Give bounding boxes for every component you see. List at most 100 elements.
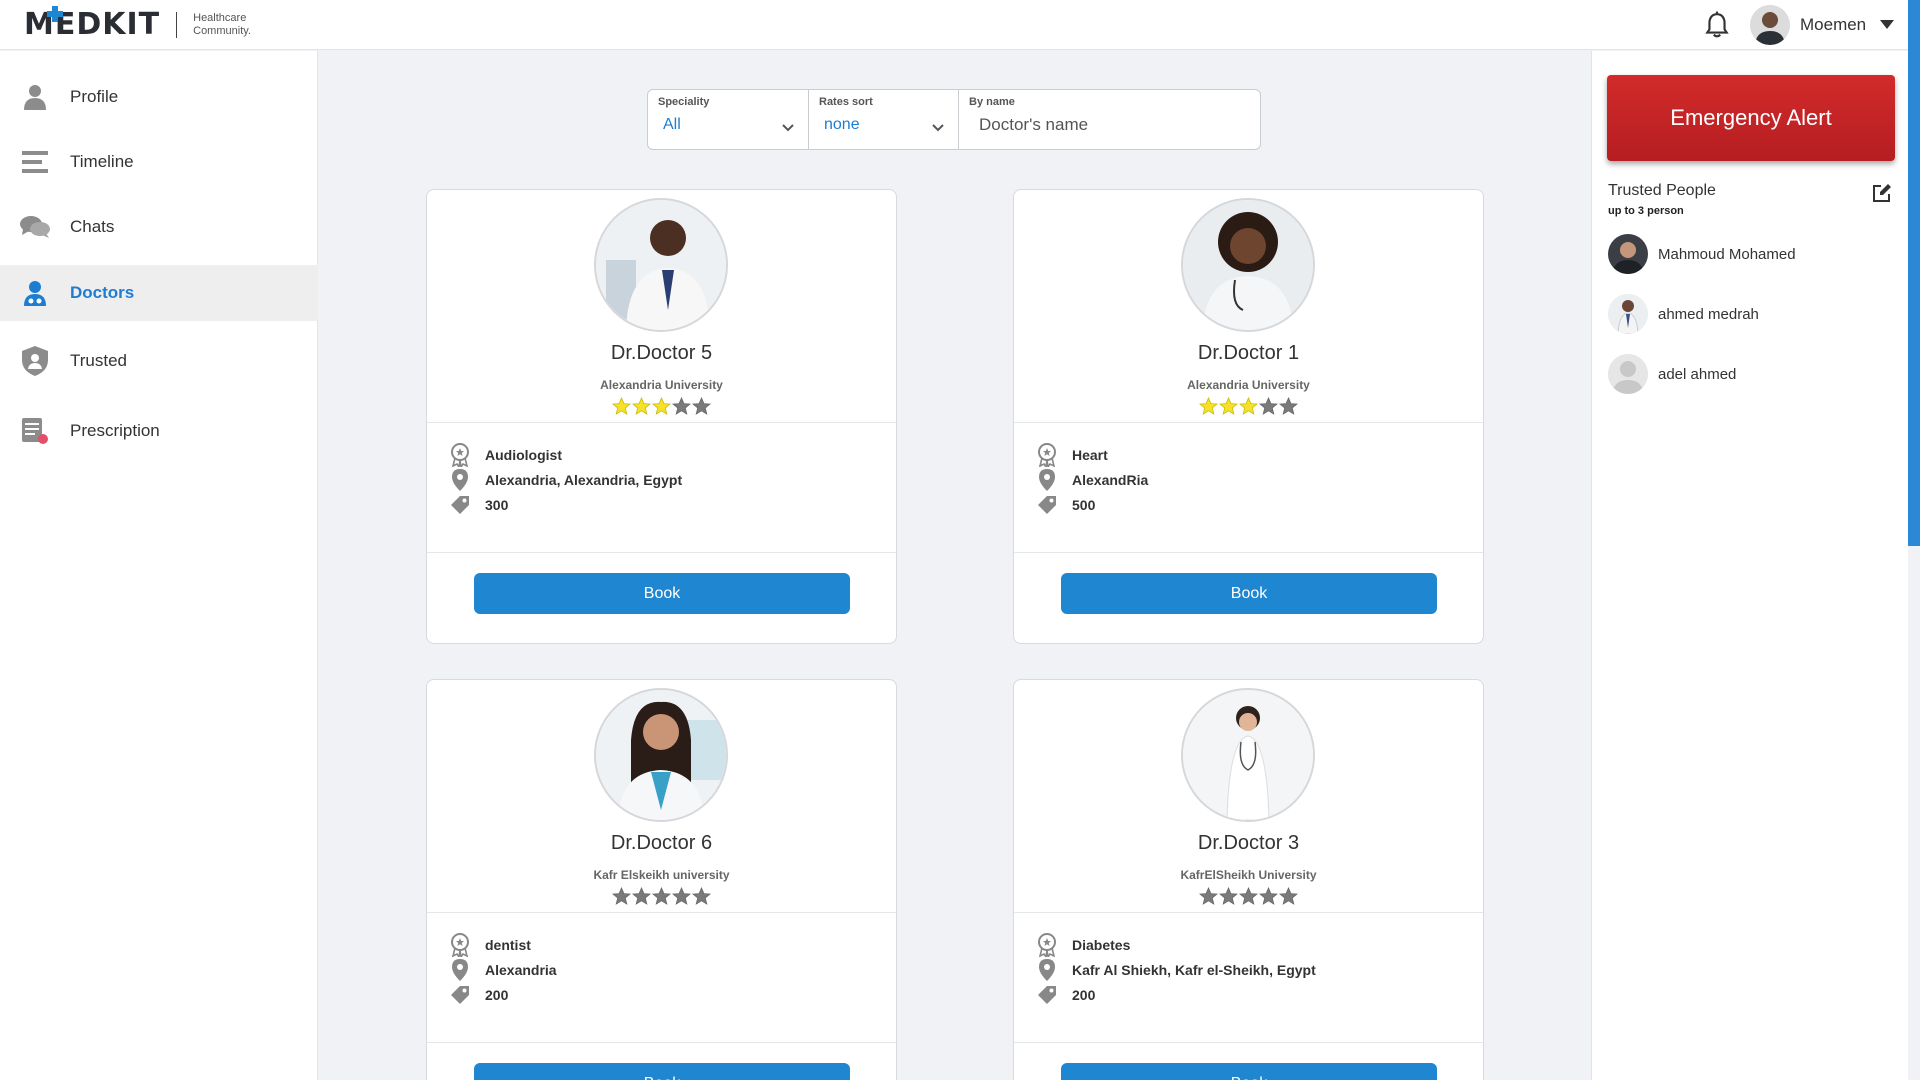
top-bar: MEDKIT Healthcare Community. Moemen xyxy=(0,0,1908,50)
star-empty-icon xyxy=(632,887,651,905)
location-row: AlexandRia xyxy=(1034,467,1148,493)
trusted-person[interactable]: adel ahmed xyxy=(1608,354,1898,394)
doctor-portrait-icon xyxy=(596,200,726,330)
rates-sort-value[interactable]: none xyxy=(819,116,948,134)
doctor-university: Alexandria University xyxy=(600,378,723,392)
doctor-card-header: Dr.Doctor 3 KafrElSheikh University xyxy=(1014,680,1483,913)
doctors-icon xyxy=(20,278,50,308)
doctor-price: 200 xyxy=(1072,987,1096,1003)
sidebar-item-doctors[interactable]: Doctors xyxy=(0,265,318,321)
book-button[interactable]: Book xyxy=(474,573,850,614)
speciality-select[interactable]: Speciality All xyxy=(648,90,809,149)
trusted-person-name: adel ahmed xyxy=(1658,365,1737,383)
location-row: Kafr Al Shiekh, Kafr el-Sheikh, Egypt xyxy=(1034,957,1316,983)
location-row: Alexandria xyxy=(447,957,557,983)
chevron-down-icon[interactable] xyxy=(932,124,944,132)
price-row: 200 xyxy=(447,982,508,1008)
scrollbar-thumb[interactable] xyxy=(1908,0,1920,546)
doctor-filter-bar: Speciality All Rates sort none By name xyxy=(647,89,1261,150)
medkit-logo[interactable]: MEDKIT Healthcare Community. xyxy=(24,6,251,42)
star-filled-icon xyxy=(1239,397,1258,415)
speciality-row: Audiologist xyxy=(447,442,562,468)
location-pin-icon xyxy=(1034,467,1060,493)
award-icon xyxy=(447,932,473,958)
doctor-speciality: Diabetes xyxy=(1072,937,1131,953)
trusted-person[interactable]: ahmed medrah xyxy=(1608,294,1898,334)
sidebar-item-timeline[interactable]: Timeline xyxy=(0,134,318,190)
doctor-photo[interactable] xyxy=(1181,688,1315,822)
user-avatar[interactable] xyxy=(1750,5,1790,45)
rating-stars xyxy=(612,887,711,906)
doctor-card-footer: Book xyxy=(427,553,896,643)
star-filled-icon xyxy=(632,397,651,415)
sidebar-item-profile[interactable]: Profile xyxy=(0,69,318,125)
doctor-location: Alexandria, Alexandria, Egypt xyxy=(485,472,683,488)
sidebar-item-prescription[interactable]: Prescription xyxy=(0,403,318,459)
award-icon xyxy=(447,442,473,468)
doctor-name[interactable]: Dr.Doctor 3 xyxy=(1014,832,1483,855)
doctor-speciality: dentist xyxy=(485,937,531,953)
doctor-name[interactable]: Dr.Doctor 5 xyxy=(427,342,896,365)
shield-icon xyxy=(20,346,50,376)
sidebar: Profile Timeline Chats Doctors Trusted P… xyxy=(0,51,318,1080)
star-empty-icon xyxy=(1259,887,1278,905)
doctor-name[interactable]: Dr.Doctor 1 xyxy=(1014,342,1483,365)
star-empty-icon xyxy=(612,887,631,905)
user-icon xyxy=(20,82,50,112)
doctor-name-input[interactable] xyxy=(969,115,1249,135)
prescription-icon xyxy=(20,416,50,446)
logo-wordmark: MEDKIT xyxy=(24,7,161,42)
speciality-value[interactable]: All xyxy=(658,116,798,134)
doctor-location: Kafr Al Shiekh, Kafr el-Sheikh, Egypt xyxy=(1072,962,1316,978)
book-button[interactable]: Book xyxy=(1061,1063,1437,1080)
location-pin-icon xyxy=(447,957,473,983)
rating-stars xyxy=(1199,397,1298,416)
doctor-card-info: dentist Alexandria 200 xyxy=(427,913,896,1043)
doctor-portrait-icon xyxy=(1183,200,1313,330)
sidebar-item-chats[interactable]: Chats xyxy=(0,199,318,255)
price-tag-icon xyxy=(447,492,473,518)
speciality-row: dentist xyxy=(447,932,531,958)
user-name[interactable]: Moemen xyxy=(1800,15,1866,35)
edit-icon[interactable] xyxy=(1872,183,1892,203)
doctor-card-header: Dr.Doctor 1 Alexandria University xyxy=(1014,190,1483,423)
doctor-card: Dr.Doctor 6 Kafr Elskeikh university den… xyxy=(426,679,897,1080)
doctor-speciality: Heart xyxy=(1072,447,1108,463)
doctor-photo[interactable] xyxy=(594,198,728,332)
emergency-alert-button[interactable]: Emergency Alert xyxy=(1607,75,1895,161)
logo-cross-icon xyxy=(47,6,63,22)
notification-bell-icon[interactable] xyxy=(1704,11,1730,39)
rates-sort-select[interactable]: Rates sort none xyxy=(809,90,959,149)
book-button[interactable]: Book xyxy=(1061,573,1437,614)
rating-stars xyxy=(612,397,711,416)
chevron-down-icon[interactable] xyxy=(1880,20,1894,29)
doctor-photo[interactable] xyxy=(1181,198,1315,332)
doctor-photo[interactable] xyxy=(594,688,728,822)
star-filled-icon xyxy=(612,397,631,415)
chevron-down-icon[interactable] xyxy=(782,124,794,132)
star-empty-icon xyxy=(672,397,691,415)
doctor-price: 200 xyxy=(485,987,509,1003)
trusted-people-title: Trusted People xyxy=(1608,182,1716,199)
doctor-university: KafrElSheikh University xyxy=(1180,868,1317,882)
trusted-person[interactable]: Mahmoud Mohamed xyxy=(1608,234,1898,274)
doctor-card-info: Diabetes Kafr Al Shiekh, Kafr el-Sheikh,… xyxy=(1014,913,1483,1043)
avatar xyxy=(1608,234,1648,274)
star-empty-icon xyxy=(1279,887,1298,905)
star-filled-icon xyxy=(1199,397,1218,415)
speciality-row: Heart xyxy=(1034,442,1108,468)
doctor-card-info: Audiologist Alexandria, Alexandria, Egyp… xyxy=(427,423,896,553)
star-empty-icon xyxy=(1259,397,1278,415)
sidebar-item-trusted[interactable]: Trusted xyxy=(0,333,318,389)
price-row: 300 xyxy=(447,492,508,518)
doctor-name[interactable]: Dr.Doctor 6 xyxy=(427,832,896,855)
book-button[interactable]: Book xyxy=(474,1063,850,1080)
chats-icon xyxy=(20,212,50,242)
logo-tagline: Healthcare Community. xyxy=(193,12,251,37)
doctor-portrait-icon xyxy=(1183,690,1313,820)
timeline-icon xyxy=(20,147,50,177)
award-icon xyxy=(1034,442,1060,468)
right-panel: Emergency Alert Trusted People up to 3 p… xyxy=(1591,51,1908,1080)
doctor-card-info: Heart AlexandRia 500 xyxy=(1014,423,1483,553)
name-search-label: By name xyxy=(969,96,1015,108)
